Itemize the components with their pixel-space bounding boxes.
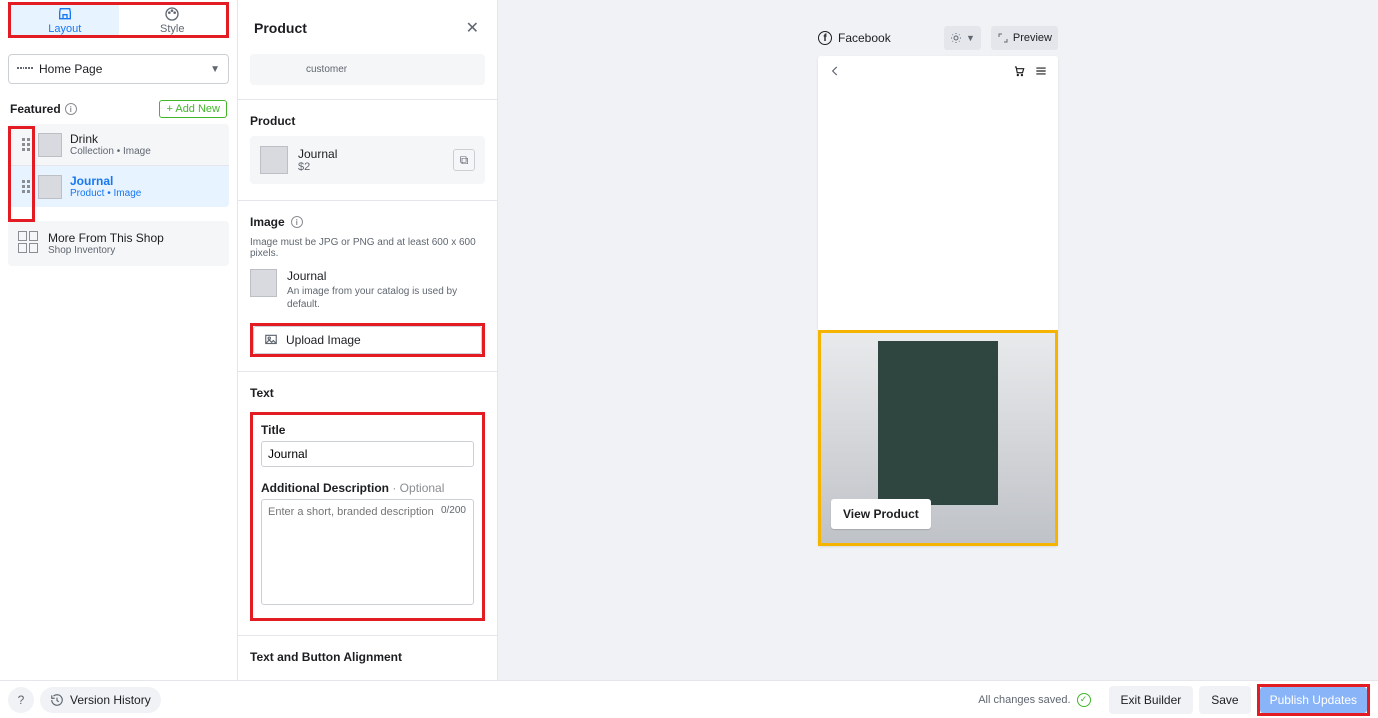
exit-builder-button[interactable]: Exit Builder bbox=[1109, 686, 1194, 714]
tab-style-label: Style bbox=[160, 23, 184, 35]
device-frame: View Product bbox=[818, 56, 1058, 546]
desc-optional: · Optional bbox=[389, 481, 444, 495]
list-item[interactable]: Journal Product • Image bbox=[8, 165, 229, 207]
item-thumb bbox=[38, 133, 62, 157]
save-button[interactable]: Save bbox=[1199, 686, 1250, 714]
product-card: Journal $2 ⧉ bbox=[250, 136, 485, 184]
desc-field-label: Additional Description bbox=[261, 481, 389, 495]
highlight-publish: Publish Updates bbox=[1257, 684, 1370, 716]
product-image: View Product bbox=[821, 333, 1055, 543]
highlight-text-group: Title Additional Description · Optional … bbox=[250, 412, 485, 621]
theme-toggle[interactable]: ▼ bbox=[944, 26, 981, 50]
highlight-drag-handles bbox=[8, 126, 35, 222]
upload-image-label: Upload Image bbox=[286, 333, 361, 347]
grid-icon bbox=[18, 231, 40, 253]
product-price: $2 bbox=[298, 161, 337, 173]
save-status-text: All changes saved. bbox=[978, 694, 1070, 706]
chevron-down-icon: ▼ bbox=[966, 33, 975, 43]
section-label-product: Product bbox=[250, 114, 485, 128]
image-requirement: Image must be JPG or PNG and at least 60… bbox=[250, 237, 485, 259]
section-label-text: Text bbox=[250, 386, 485, 400]
shop-icon bbox=[57, 6, 73, 22]
save-status: All changes saved. ✓ bbox=[978, 693, 1090, 707]
left-sidebar: Layout Style Home Page ▼ Featured i + Ad… bbox=[0, 0, 238, 680]
selected-block-frame[interactable]: View Product bbox=[818, 330, 1058, 546]
check-icon: ✓ bbox=[1077, 693, 1091, 707]
view-product-button[interactable]: View Product bbox=[831, 499, 931, 529]
footer-bar: ? Version History All changes saved. ✓ E… bbox=[0, 680, 1378, 718]
title-field-label: Title bbox=[261, 423, 474, 437]
page-handle-icon bbox=[17, 67, 33, 71]
image-icon bbox=[264, 333, 278, 347]
back-icon[interactable] bbox=[828, 64, 842, 78]
more-subtitle: Shop Inventory bbox=[48, 245, 164, 256]
upload-image-button[interactable]: Upload Image bbox=[253, 326, 482, 354]
item-title: Drink bbox=[70, 132, 151, 146]
version-history-label: Version History bbox=[70, 693, 151, 707]
palette-icon bbox=[164, 6, 180, 22]
info-icon[interactable]: i bbox=[291, 216, 303, 228]
featured-list: Drink Collection • Image Journal Product… bbox=[8, 124, 229, 207]
tab-layout-label: Layout bbox=[48, 23, 81, 35]
list-item[interactable]: Drink Collection • Image bbox=[8, 124, 229, 165]
image-card: Journal An image from your catalog is us… bbox=[250, 267, 485, 319]
item-thumb bbox=[38, 175, 62, 199]
journal-graphic bbox=[878, 341, 998, 505]
more-from-shop[interactable]: More From This Shop Shop Inventory bbox=[8, 221, 229, 266]
chevron-down-icon: ▼ bbox=[210, 64, 220, 75]
section-label-image: Image bbox=[250, 215, 285, 229]
panel-scroll[interactable]: customer Product Journal $2 ⧉ Image i Im… bbox=[238, 54, 497, 690]
more-title: More From This Shop bbox=[48, 231, 164, 245]
facebook-logo-icon: f bbox=[818, 31, 832, 45]
publish-updates-button[interactable]: Publish Updates bbox=[1260, 687, 1367, 713]
sun-icon bbox=[950, 32, 962, 44]
char-count: 0/200 bbox=[441, 505, 466, 516]
page-selector[interactable]: Home Page ▼ bbox=[8, 54, 229, 84]
image-desc: An image from your catalog is used by de… bbox=[287, 285, 485, 311]
expand-icon bbox=[997, 32, 1009, 44]
title-input[interactable] bbox=[261, 441, 474, 467]
close-icon[interactable]: ✕ bbox=[460, 14, 485, 42]
copy-icon[interactable]: ⧉ bbox=[453, 149, 475, 171]
panel-title: Product bbox=[254, 20, 307, 36]
image-thumb bbox=[250, 269, 277, 297]
highlight-upload: Upload Image bbox=[250, 323, 485, 357]
panel-note: customer bbox=[250, 54, 485, 85]
help-button[interactable]: ? bbox=[8, 687, 34, 713]
tabbar: Layout Style bbox=[8, 2, 229, 38]
version-history-button[interactable]: Version History bbox=[40, 687, 161, 713]
menu-icon[interactable] bbox=[1034, 64, 1048, 78]
preview-button[interactable]: Preview bbox=[991, 26, 1058, 50]
info-icon[interactable]: i bbox=[65, 103, 77, 115]
tab-layout[interactable]: Layout bbox=[11, 5, 119, 35]
image-name: Journal bbox=[287, 269, 485, 283]
featured-header: Featured i + Add New bbox=[10, 100, 227, 118]
add-new-button[interactable]: + Add New bbox=[159, 100, 227, 118]
item-subtitle: Product • Image bbox=[70, 188, 141, 199]
item-title: Journal bbox=[70, 174, 141, 188]
item-subtitle: Collection • Image bbox=[70, 146, 151, 157]
detail-panel: Product ✕ customer Product Journal $2 ⧉ … bbox=[238, 0, 498, 680]
preview-button-label: Preview bbox=[1013, 32, 1052, 44]
tab-style[interactable]: Style bbox=[119, 5, 227, 35]
featured-label: Featured bbox=[10, 102, 61, 116]
history-icon bbox=[50, 693, 64, 707]
preview-channel: Facebook bbox=[838, 31, 891, 45]
section-label-alignment: Text and Button Alignment bbox=[250, 650, 485, 664]
preview-canvas: f Facebook ▼ Preview bbox=[498, 0, 1378, 680]
product-name: Journal bbox=[298, 147, 337, 161]
product-thumb bbox=[260, 146, 288, 174]
page-selector-label: Home Page bbox=[39, 62, 102, 76]
preview-toolbar: f Facebook ▼ Preview bbox=[818, 26, 1058, 50]
cart-icon[interactable] bbox=[1012, 64, 1026, 78]
